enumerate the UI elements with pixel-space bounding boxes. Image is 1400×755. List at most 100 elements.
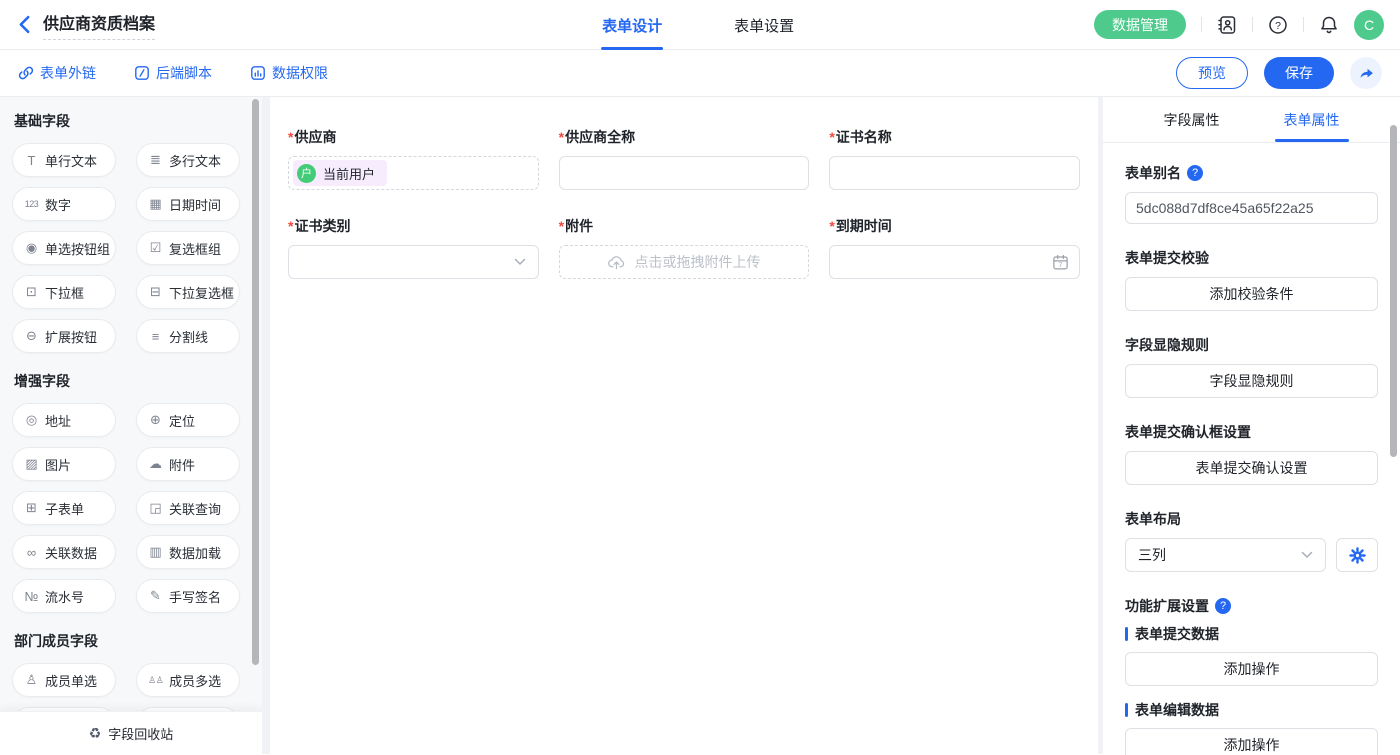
tab-form-properties[interactable]: 表单属性 [1284,97,1340,142]
location-icon: ⊕ [148,412,163,428]
tab-form-settings[interactable]: 表单设置 [734,0,794,50]
page-title[interactable]: 供应商资质档案 [43,10,155,40]
field-palette-sidebar: 基础字段 T单行文本 ≣多行文本 123数字 ▦日期时间 ◉单选按钮组 ☑复选框… [0,97,262,754]
field-label: *证书类别 [288,216,539,236]
field-certificate-name[interactable]: *证书名称 [829,127,1080,190]
help-badge-icon[interactable]: ? [1215,598,1231,614]
certificate-type-select[interactable] [288,245,539,279]
palette-item-multi-select[interactable]: ⊟下拉复选框 [136,275,240,309]
permission-icon [250,65,266,81]
form-external-link-button[interactable]: 表单外链 [18,63,96,83]
submit-confirm-heading: 表单提交确认框设置 [1125,422,1378,442]
field-supplier-full-name[interactable]: *供应商全称 [559,127,810,190]
properties-scrollbar[interactable] [1390,125,1397,457]
palette-item-number[interactable]: 123数字 [12,187,116,221]
palette-item-linked-data[interactable]: ∞关联数据 [12,535,116,569]
field-attachment[interactable]: *附件 点击或拖拽附件上传 [559,216,810,279]
form-layout-heading: 表单布局 [1125,509,1378,529]
extend-button-icon: ⊖ [24,328,39,344]
svg-text:?: ? [1275,19,1281,31]
toolbar-links: 表单外链 后端脚本 数据权限 [18,63,328,83]
subform-icon: ⊞ [24,500,39,516]
certificate-name-input[interactable] [829,156,1080,190]
add-validation-condition-button[interactable]: 添加校验条件 [1125,277,1378,311]
user-icon: 户 [297,164,316,183]
palette-item-multi-line-text[interactable]: ≣多行文本 [136,143,240,177]
field-recycle-bin-button[interactable]: ♻ 字段回收站 [0,711,262,754]
member-multi-icon: ♙♙ [148,675,163,686]
palette-item-image[interactable]: ▨图片 [12,447,116,481]
form-layout-select[interactable]: 三列 [1125,538,1326,572]
supplier-input[interactable]: 户 当前用户 [288,156,539,190]
add-action-edit-button[interactable]: 添加操作 [1125,728,1378,755]
form-alias-input[interactable] [1125,192,1378,224]
palette-item-data-load[interactable]: ▥数据加载 [136,535,240,569]
submit-validation-heading: 表单提交校验 [1125,248,1378,268]
required-mark: * [559,218,564,234]
palette-item-subform[interactable]: ⊞子表单 [12,491,116,525]
top-header: 供应商资质档案 表单设计 表单设置 数据管理 ? [0,0,1400,50]
divider [1201,17,1202,32]
back-button[interactable] [16,13,33,36]
field-visibility-rules-button[interactable]: 字段显隐规则 [1125,364,1378,398]
save-button[interactable]: 保存 [1264,57,1334,89]
select-icon: ⊡ [24,284,39,300]
field-expire-time[interactable]: *到期时间 7 [829,216,1080,279]
bell-icon[interactable] [1319,15,1339,35]
palette-item-member-multi[interactable]: ♙♙成员多选 [136,663,240,697]
section-title-member-fields: 部门成员字段 [14,631,262,651]
palette-item-signature[interactable]: ✎手写签名 [136,579,240,613]
attachment-upload-area[interactable]: 点击或拖拽附件上传 [559,245,810,279]
header-left: 供应商资质档案 [16,10,155,40]
data-permission-button[interactable]: 数据权限 [250,63,328,83]
recycle-icon: ♻ [89,725,102,742]
tab-field-properties[interactable]: 字段属性 [1164,97,1220,142]
field-certificate-type[interactable]: *证书类别 [288,216,539,279]
divider [1303,17,1304,32]
required-mark: * [288,218,293,234]
palette-item-checkbox-group[interactable]: ☑复选框组 [136,231,240,265]
submit-confirm-group: 表单提交确认框设置 表单提交确认设置 [1125,422,1378,485]
accent-bar [1125,703,1128,717]
palette-item-extend-button[interactable]: ⊖扩展按钮 [12,319,116,353]
form-alias-heading: 表单别名 ? [1125,163,1378,183]
palette-item-divider-line[interactable]: ≡分割线 [136,319,240,353]
backend-script-button[interactable]: 后端脚本 [134,63,212,83]
palette-item-linked-query[interactable]: ◲关联查询 [136,491,240,525]
divider-line-icon: ≡ [148,329,163,344]
share-arrow-icon [1358,65,1375,82]
serial-number-icon: № [24,589,39,604]
layout-settings-button[interactable] [1336,538,1378,572]
image-icon: ▨ [24,456,39,472]
preview-button[interactable]: 预览 [1176,57,1248,89]
properties-tabs: 字段属性 表单属性 [1103,97,1400,143]
expire-time-input[interactable]: 7 [829,245,1080,279]
address-book-icon[interactable] [1217,15,1237,35]
field-supplier[interactable]: *供应商 户 当前用户 [288,127,539,190]
multi-select-icon: ⊟ [148,284,163,300]
palette-item-member-single[interactable]: ♙成员单选 [12,663,116,697]
sidebar-scrollbar[interactable] [252,99,259,665]
current-user-tag[interactable]: 户 当前用户 [293,160,387,186]
palette-item-location[interactable]: ⊕定位 [136,403,240,437]
palette-item-radio-group[interactable]: ◉单选按钮组 [12,231,116,265]
add-action-submit-button[interactable]: 添加操作 [1125,652,1378,686]
palette-item-attachment[interactable]: ☁附件 [136,447,240,481]
palette-item-select[interactable]: ⊡下拉框 [12,275,116,309]
tab-form-design[interactable]: 表单设计 [602,0,662,50]
form-card[interactable]: *供应商 户 当前用户 *供应商全称 *证书名称 [270,97,1098,754]
palette-item-address[interactable]: ◎地址 [12,403,116,437]
palette-item-single-line-text[interactable]: T单行文本 [12,143,116,177]
palette-item-datetime[interactable]: ▦日期时间 [136,187,240,221]
submit-confirm-settings-button[interactable]: 表单提交确认设置 [1125,451,1378,485]
field-label: *证书名称 [829,127,1080,147]
help-badge-icon[interactable]: ? [1187,165,1203,181]
header-right: 数据管理 ? C [1094,10,1384,40]
data-manage-button[interactable]: 数据管理 [1094,10,1186,39]
share-button[interactable] [1350,57,1382,89]
submit-data-group: 表单提交数据 添加操作 [1125,624,1378,686]
avatar[interactable]: C [1354,10,1384,40]
palette-item-serial-number[interactable]: №流水号 [12,579,116,613]
help-icon[interactable]: ? [1268,15,1288,35]
supplier-full-name-input[interactable] [559,156,810,190]
